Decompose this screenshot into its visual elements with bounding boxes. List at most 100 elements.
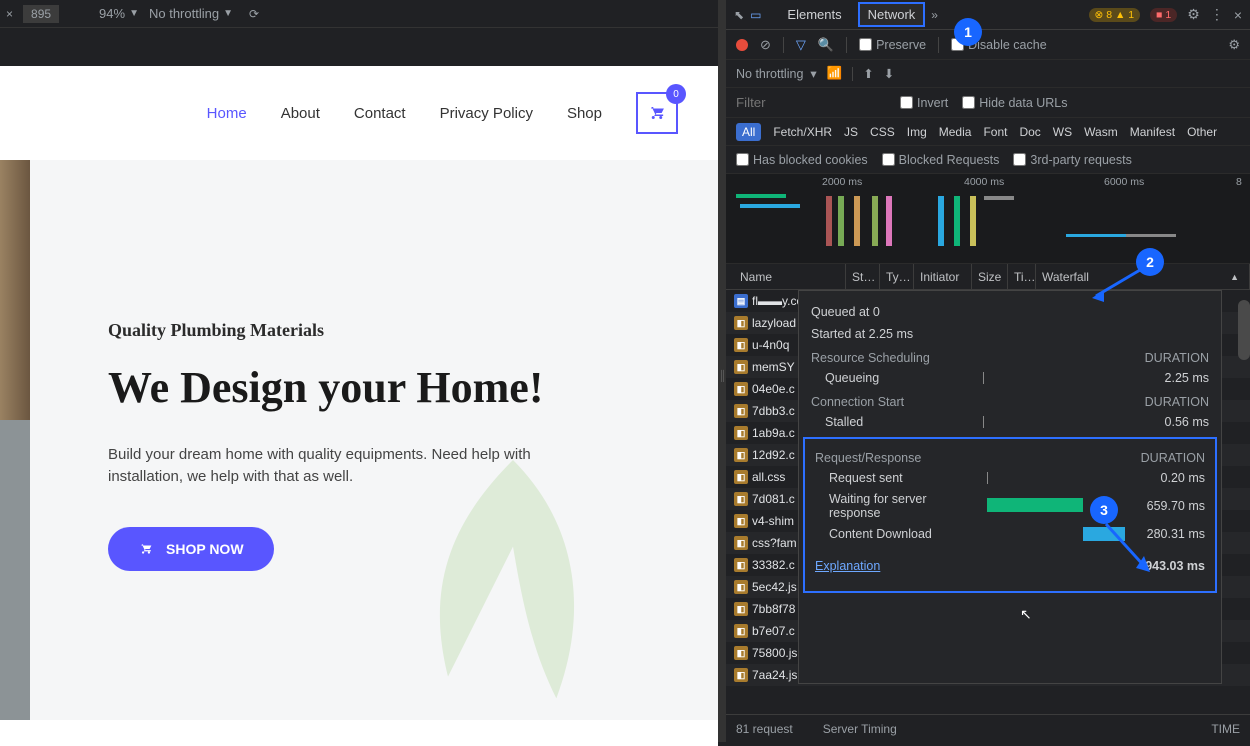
queued-label: Queued at 0 [811,301,1209,323]
throttle-dropdown[interactable]: No throttling ▼ [149,6,233,21]
tab-network[interactable]: Network [858,2,926,27]
type-css[interactable]: CSS [870,125,895,139]
nav-shop[interactable]: Shop [567,105,602,122]
type-js[interactable]: JS [844,125,858,139]
hide-urls-checkbox[interactable]: Hide data URLs [962,96,1067,110]
duration-label: DURATION [1141,451,1205,465]
throttling-dropdown[interactable]: No throttling ▾ [736,66,817,81]
nav-privacy[interactable]: Privacy Policy [440,105,533,122]
invert-checkbox[interactable]: Invert [900,96,948,110]
upload-icon[interactable]: ⬆ [863,66,873,81]
blocked-requests-checkbox[interactable]: Blocked Requests [882,153,1000,167]
scrollbar-thumb[interactable] [1238,300,1250,360]
script-icon: ◧ [734,316,748,330]
network-settings-icon[interactable]: ⚙ [1228,37,1240,53]
resource-scheduling-label: Resource Scheduling [811,351,930,365]
script-icon: ◧ [734,360,748,374]
duration-label: DURATION [1145,395,1209,409]
type-all[interactable]: All [736,123,761,141]
type-img[interactable]: Img [907,125,927,139]
type-wasm[interactable]: Wasm [1084,125,1118,139]
viewport-topbar: × 895 94% ▼ No throttling ▼ ⟳ [0,0,718,28]
request-sent-label: Request sent [829,471,903,485]
third-party-checkbox[interactable]: 3rd-party requests [1013,153,1131,167]
cart-icon [138,542,154,556]
devtools-tabs: ⬉ ▭ Elements Network » ⊗ 8 ▲ 1 ■ 1 ⚙ ⋮ × [726,0,1250,30]
close-devtools-icon[interactable]: × [1234,7,1242,23]
nav-home[interactable]: Home [207,105,247,122]
hero-section: Quality Plumbing Materials We Design you… [0,160,718,720]
blocked-cookies-checkbox[interactable]: Has blocked cookies [736,153,868,167]
rotate-icon[interactable]: ⟳ [249,7,259,21]
type-media[interactable]: Media [939,125,972,139]
queueing-label: Queueing [825,371,879,385]
queueing-value: 2.25 ms [1165,371,1209,385]
stylesheet-icon: ◧ [734,536,748,550]
waiting-value: 659.70 ms [1147,499,1205,513]
hero-subhead: Quality Plumbing Materials [108,320,588,341]
device-toggle-icon[interactable]: ▭ [750,8,761,22]
width-input[interactable]: 895 [23,5,59,23]
gear-icon[interactable]: ⚙ [1187,6,1200,23]
leaf-decoration [398,460,628,720]
col-status[interactable]: St… [846,264,880,289]
tick-4000: 4000 ms [964,176,1004,188]
nav-about[interactable]: About [281,105,320,122]
stylesheet-icon: ◧ [734,470,748,484]
devtools-panel: ⬉ ▭ Elements Network » ⊗ 8 ▲ 1 ■ 1 ⚙ ⋮ ×… [726,0,1250,742]
more-tabs-icon[interactable]: » [931,8,938,22]
waiting-label: Waiting for server response [829,492,959,520]
col-size[interactable]: Size [972,264,1008,289]
col-name[interactable]: Name [734,264,846,289]
search-icon[interactable]: 🔍 [818,37,834,53]
inspect-icon[interactable]: ⬉ [734,8,744,22]
errors-badge[interactable]: ■ 1 [1150,8,1177,22]
cta-label: SHOP NOW [166,541,244,557]
stalled-value: 0.56 ms [1165,415,1209,429]
waiting-bar [987,498,1083,512]
shop-now-button[interactable]: SHOP NOW [108,527,274,571]
preserve-log-checkbox[interactable]: Preserve [859,38,926,52]
filter-icon[interactable]: ▽ [796,37,806,53]
stylesheet-icon: ◧ [734,448,748,462]
nav-contact[interactable]: Contact [354,105,406,122]
type-manifest[interactable]: Manifest [1130,125,1175,139]
cart-icon [647,104,667,122]
kebab-icon[interactable]: ⋮ [1210,6,1224,23]
col-type[interactable]: Ty… [880,264,914,289]
type-fetch[interactable]: Fetch/XHR [773,125,832,139]
col-initiator[interactable]: Initiator [914,264,972,289]
record-icon[interactable] [736,39,748,51]
type-doc[interactable]: Doc [1019,125,1040,139]
splitter-handle[interactable] [718,0,726,742]
tab-elements[interactable]: Elements [777,2,851,27]
page-content: Home About Contact Privacy Policy Shop 0… [0,66,718,746]
cart-badge: 0 [666,84,686,104]
script-icon: ◧ [734,580,748,594]
cart-button[interactable]: 0 [636,92,678,134]
close-icon[interactable]: × [6,7,13,21]
time-label: TIME [1211,722,1240,736]
col-time[interactable]: Ti… [1008,264,1036,289]
stylesheet-icon: ◧ [734,624,748,638]
type-font[interactable]: Font [983,125,1007,139]
download-icon[interactable]: ⬇ [884,66,894,81]
duration-label: DURATION [1145,351,1209,365]
wifi-icon[interactable]: 📶 [827,66,843,81]
type-ws[interactable]: WS [1053,125,1072,139]
script-icon: ◧ [734,338,748,352]
request-sent-value: 0.20 ms [1161,471,1205,485]
annotation-1: 1 [954,18,982,46]
filter-input[interactable] [736,95,886,110]
script-icon: ◧ [734,668,748,682]
warnings-badge[interactable]: ⊗ 8 ▲ 1 [1089,8,1141,22]
overview-timeline[interactable]: 2000 ms 4000 ms 6000 ms 8 [726,174,1250,264]
table-header: Name St… Ty… Initiator Size Ti… Waterfal… [726,264,1250,290]
explanation-link[interactable]: Explanation [815,559,880,573]
clear-icon[interactable]: ⊘ [760,37,771,53]
type-other[interactable]: Other [1187,125,1217,139]
arrow-icon [1090,266,1144,306]
hero-side-image-2 [0,420,30,720]
zoom-dropdown[interactable]: 94% ▼ [99,6,139,21]
request-response-label: Request/Response [815,451,921,465]
